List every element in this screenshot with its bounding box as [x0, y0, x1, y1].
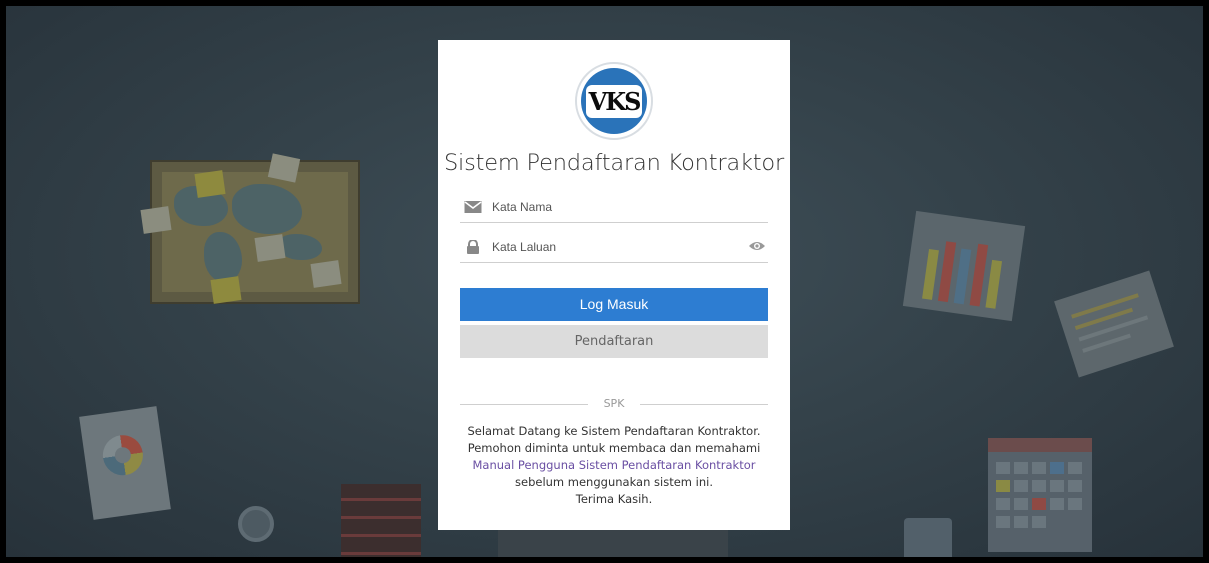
calendar-illustration — [988, 438, 1092, 552]
password-input[interactable] — [490, 234, 734, 260]
divider: SPK — [460, 397, 768, 411]
logo-text: VKS — [585, 84, 643, 118]
world-map-board-illustration — [140, 153, 360, 304]
screen-frame: VKS Sistem Pendaftaran Kontraktor Log — [0, 0, 1209, 563]
bar-chart-paper-illustration — [902, 210, 1026, 322]
lock-icon — [467, 240, 479, 254]
welcome-message: Selamat Datang ke Sistem Pendaftaran Kon… — [438, 423, 790, 508]
pie-chart-document-illustration — [79, 406, 171, 520]
login-card: VKS Sistem Pendaftaran Kontraktor Log — [438, 40, 790, 530]
register-button[interactable]: Pendaftaran — [460, 325, 768, 358]
phone-illustration — [904, 518, 952, 557]
books-illustration — [341, 484, 421, 557]
welcome-line-4: Terima Kasih. — [575, 492, 653, 506]
logo: VKS — [575, 62, 653, 140]
lamp-illustration — [238, 506, 274, 542]
username-input[interactable] — [490, 194, 734, 220]
page-title: Sistem Pendaftaran Kontraktor — [443, 150, 785, 176]
envelope-icon — [464, 201, 482, 213]
eye-icon[interactable] — [748, 240, 766, 252]
password-field — [460, 232, 768, 263]
welcome-line-1: Selamat Datang ke Sistem Pendaftaran Kon… — [467, 424, 761, 438]
manual-link[interactable]: Manual Pengguna Sistem Pendaftaran Kontr… — [472, 458, 755, 472]
login-button[interactable]: Log Masuk — [460, 288, 768, 321]
username-field — [460, 192, 768, 223]
welcome-line-2: Pemohon diminta untuk membaca dan memaha… — [467, 441, 761, 455]
welcome-line-3: sebelum menggunakan sistem ini. — [515, 475, 713, 489]
logo-circle: VKS — [581, 68, 647, 134]
